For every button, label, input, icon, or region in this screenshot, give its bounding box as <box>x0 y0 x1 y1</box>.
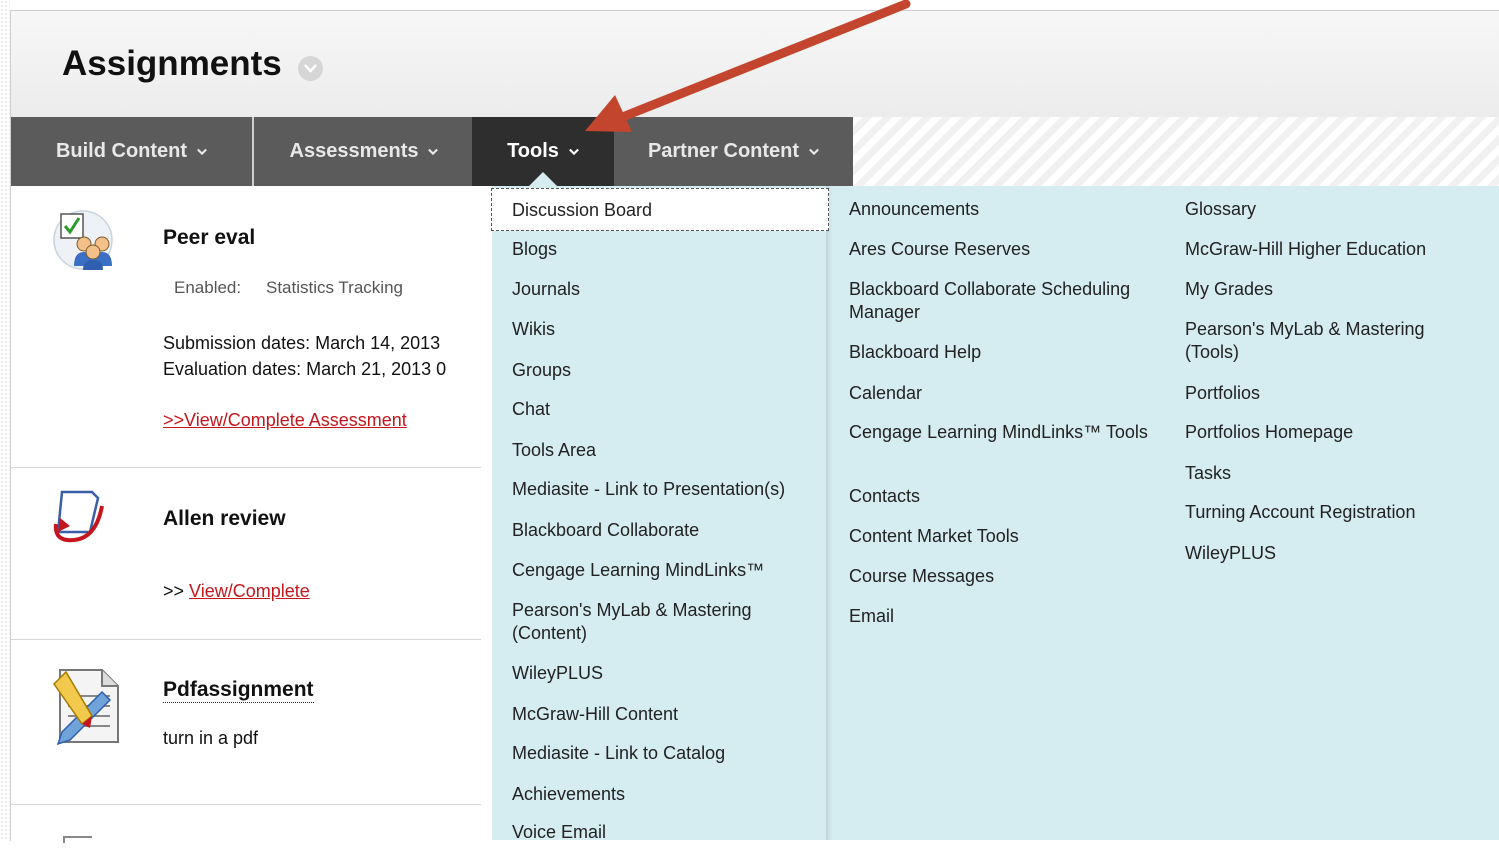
item-title-allen-review[interactable]: Allen review <box>163 507 286 531</box>
document-curl-icon <box>48 488 108 553</box>
assignment-pencil-icon <box>52 666 122 751</box>
assessments-button[interactable]: Assessments <box>256 117 472 186</box>
menu-item-tasks[interactable]: Tasks <box>1185 462 1231 485</box>
menu-item-chat[interactable]: Chat <box>512 398 550 421</box>
dropdown-column-shadow <box>826 186 832 840</box>
menu-item-voice-email[interactable]: Voice Email <box>512 821 606 844</box>
menu-item-wileyplus[interactable]: WileyPLUS <box>512 662 603 685</box>
menu-item-contacts[interactable]: Contacts <box>849 485 920 508</box>
dropdown-pointer <box>529 172 557 186</box>
menu-item-course-messages[interactable]: Course Messages <box>849 565 994 588</box>
pdfassignment-description: turn in a pdf <box>163 728 259 748</box>
menu-item-pearson-content[interactable]: Pearson's MyLab & Mastering (Content) <box>512 599 802 645</box>
view-complete-assessment-link[interactable]: >>View/Complete Assessment <box>163 407 407 433</box>
menu-item-portfolios-homepage[interactable]: Portfolios Homepage <box>1185 421 1353 444</box>
item-title-peer-eval[interactable]: Peer eval <box>163 226 255 250</box>
row-divider <box>11 467 481 468</box>
menu-item-email[interactable]: Email <box>849 605 894 628</box>
statistics-tracking-label: Statistics Tracking <box>266 278 403 297</box>
menu-item-ares-course-reserves[interactable]: Ares Course Reserves <box>849 238 1030 261</box>
menu-item-blogs[interactable]: Blogs <box>512 238 557 261</box>
partner-content-button[interactable]: Partner Content <box>614 117 853 186</box>
menu-item-turning-account-registration[interactable]: Turning Account Registration <box>1185 501 1415 524</box>
chevron-down-icon <box>428 148 439 155</box>
chevron-down-icon <box>197 148 207 155</box>
evaluation-dates: Evaluation dates: March 21, 2013 0 <box>163 359 447 379</box>
build-content-button[interactable]: Build Content <box>11 117 254 186</box>
item-title-pdfassignment[interactable]: Pdfassignment <box>163 678 314 703</box>
tools-label: Tools <box>507 140 559 162</box>
menu-item-my-grades[interactable]: My Grades <box>1185 278 1273 301</box>
menu-item-mediasite-catalog[interactable]: Mediasite - Link to Catalog <box>512 742 725 765</box>
menu-item-discussion-board[interactable]: Discussion Board <box>491 188 829 231</box>
chevron-down-icon <box>809 148 819 155</box>
build-content-label: Build Content <box>55 140 188 162</box>
chevron-down-icon <box>304 64 317 73</box>
menu-item-cengage-mindlinks[interactable]: Cengage Learning MindLinks™ <box>512 559 764 582</box>
enabled-label: Enabled: <box>174 278 242 297</box>
menu-item-calendar[interactable]: Calendar <box>849 382 922 405</box>
row-divider <box>11 639 481 640</box>
menu-item-mcgraw-hill-content[interactable]: McGraw-Hill Content <box>512 703 678 726</box>
menu-item-wikis[interactable]: Wikis <box>512 318 555 341</box>
peer-eval-group-icon <box>50 208 120 275</box>
page-left-margin <box>0 0 10 840</box>
link-prefix: >> <box>163 581 190 601</box>
assessments-label: Assessments <box>289 140 419 162</box>
title-options-button[interactable] <box>298 56 323 81</box>
menu-item-content-market-tools[interactable]: Content Market Tools <box>849 525 1019 548</box>
page-title: Assignments <box>62 44 282 83</box>
view-complete-link[interactable]: View/Complete <box>189 581 310 601</box>
row-divider <box>11 804 481 805</box>
menu-item-cengage-mindlinks-tools[interactable]: Cengage Learning MindLinks™ Tools <box>849 421 1149 444</box>
menu-item-glossary[interactable]: Glossary <box>1185 198 1256 221</box>
menu-item-achievements[interactable]: Achievements <box>512 783 625 806</box>
submission-dates: Submission dates: March 14, 2013 <box>163 333 441 353</box>
next-item-icon <box>62 830 102 848</box>
menubar-filler <box>853 117 1499 186</box>
menu-item-announcements[interactable]: Announcements <box>849 198 979 221</box>
chevron-down-icon <box>569 148 579 155</box>
menu-item-portfolios[interactable]: Portfolios <box>1185 382 1260 405</box>
menu-item-pearson-tools[interactable]: Pearson's MyLab & Mastering (Tools) <box>1185 318 1475 364</box>
menu-item-collaborate-scheduling-manager[interactable]: Blackboard Collaborate Scheduling Manage… <box>849 278 1169 324</box>
menu-item-journals[interactable]: Journals <box>512 278 580 301</box>
partner-content-label: Partner Content <box>647 140 800 162</box>
menu-item-mediasite-presentations[interactable]: Mediasite - Link to Presentation(s) <box>512 478 785 501</box>
menu-item-mcgraw-hill-higher-ed[interactable]: McGraw-Hill Higher Education <box>1185 238 1426 261</box>
menu-item-blackboard-collaborate[interactable]: Blackboard Collaborate <box>512 519 699 542</box>
allen-view-row: >> View/Complete <box>163 578 310 604</box>
menu-item-groups[interactable]: Groups <box>512 359 571 382</box>
menu-item-tools-area[interactable]: Tools Area <box>512 439 596 462</box>
menu-item-blackboard-help[interactable]: Blackboard Help <box>849 341 981 364</box>
menu-item-wileyplus-tools[interactable]: WileyPLUS <box>1185 542 1276 565</box>
